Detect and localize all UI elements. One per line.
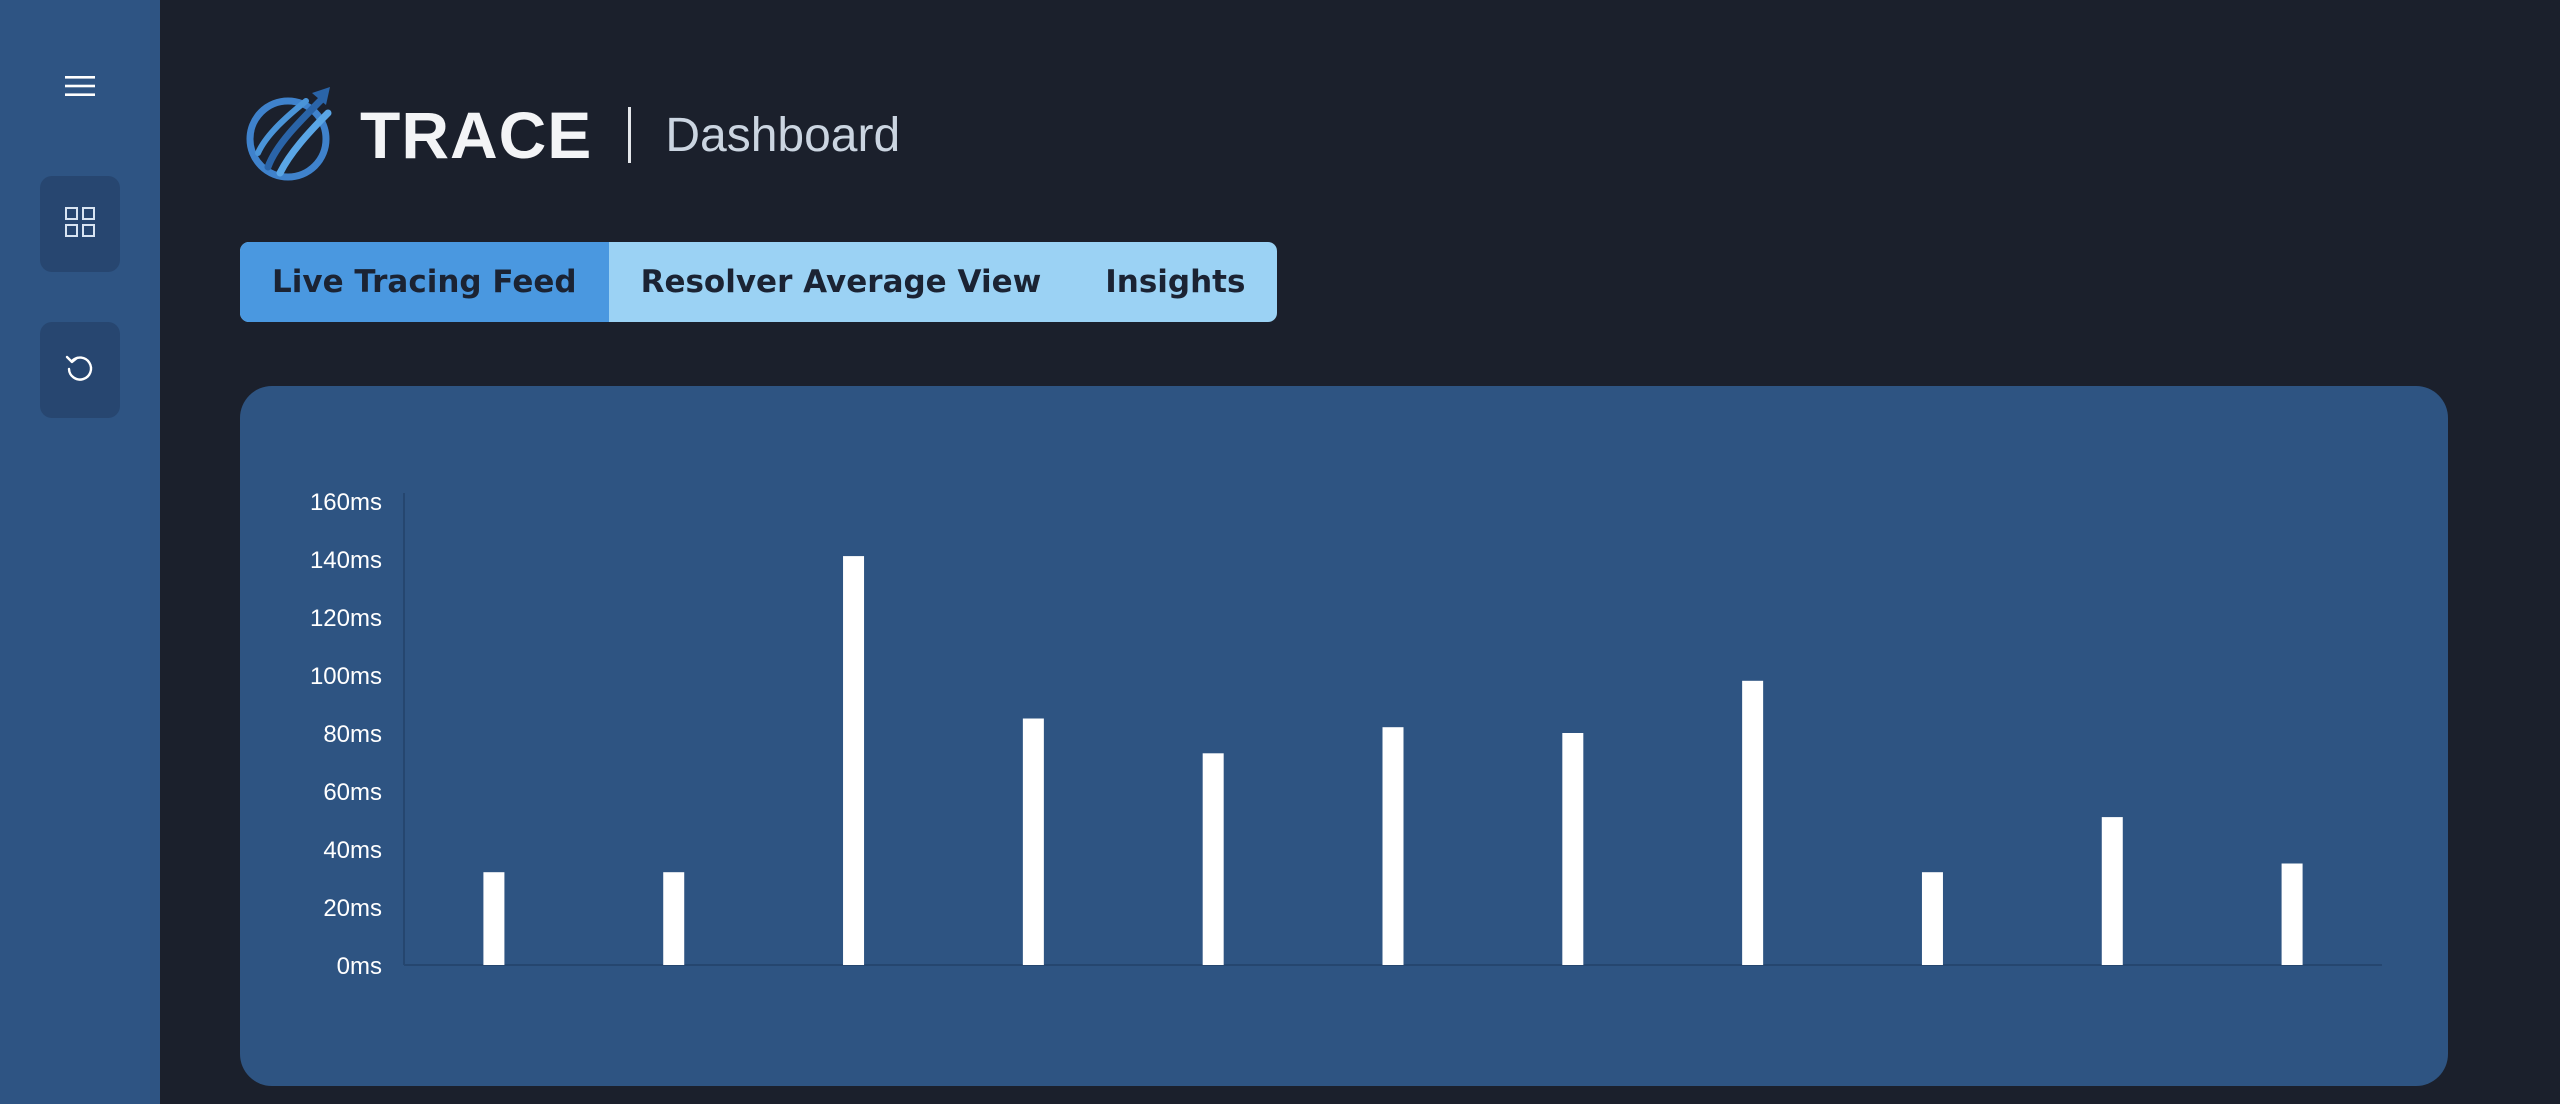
y-tick-label: 100ms: [310, 663, 382, 690]
chart-bar[interactable]: [1202, 753, 1224, 965]
chart-bar[interactable]: [1382, 727, 1404, 965]
chart-bar[interactable]: [483, 872, 505, 965]
chart-bar[interactable]: [1562, 733, 1584, 965]
y-tick-label: 0ms: [337, 953, 382, 980]
tab-resolver-average-view[interactable]: Resolver Average View: [609, 242, 1074, 322]
tab-live-tracing-feed[interactable]: Live Tracing Feed: [240, 242, 609, 322]
tab-insights[interactable]: Insights: [1073, 242, 1277, 322]
y-tick-label: 120ms: [310, 605, 382, 632]
view-tabs: Live Tracing Feed Resolver Average View …: [240, 242, 1278, 322]
y-tick-label: 60ms: [323, 779, 382, 806]
app-header: TRACE Dashboard: [246, 82, 900, 188]
refresh-button[interactable]: [40, 322, 120, 418]
y-tick-label: 160ms: [310, 489, 382, 516]
latency-bar-chart: 0ms 20ms 40ms 60ms 80ms 100ms 120ms 140ms 160ms: [310, 489, 2382, 980]
chart-panel: 0ms 20ms 40ms 60ms 80ms 100ms 120ms 140ms 160ms: [240, 386, 2448, 1086]
chart-bar[interactable]: [1921, 872, 1943, 965]
y-tick-label: 20ms: [323, 895, 382, 922]
chart-bar[interactable]: [2101, 817, 2123, 965]
page-title: Dashboard: [665, 108, 901, 162]
chart-bar[interactable]: [1022, 718, 1044, 966]
brand-name: TRACE: [360, 98, 593, 172]
y-tick-label: 40ms: [323, 837, 382, 864]
grid-icon: [65, 207, 95, 241]
chart-bar[interactable]: [2281, 863, 2303, 966]
y-tick-label: 140ms: [310, 547, 382, 574]
dashboard-grid-button[interactable]: [40, 176, 120, 272]
y-tick-label: 80ms: [323, 721, 382, 748]
header-divider: [628, 107, 632, 163]
chart-bar[interactable]: [843, 556, 865, 965]
hamburger-menu-icon[interactable]: [56, 66, 104, 106]
refresh-icon: [64, 352, 96, 388]
chart-bar[interactable]: [663, 872, 685, 965]
chart-bar[interactable]: [1742, 680, 1764, 965]
sidebar: [0, 0, 160, 1104]
trace-logo-icon: [246, 83, 336, 187]
